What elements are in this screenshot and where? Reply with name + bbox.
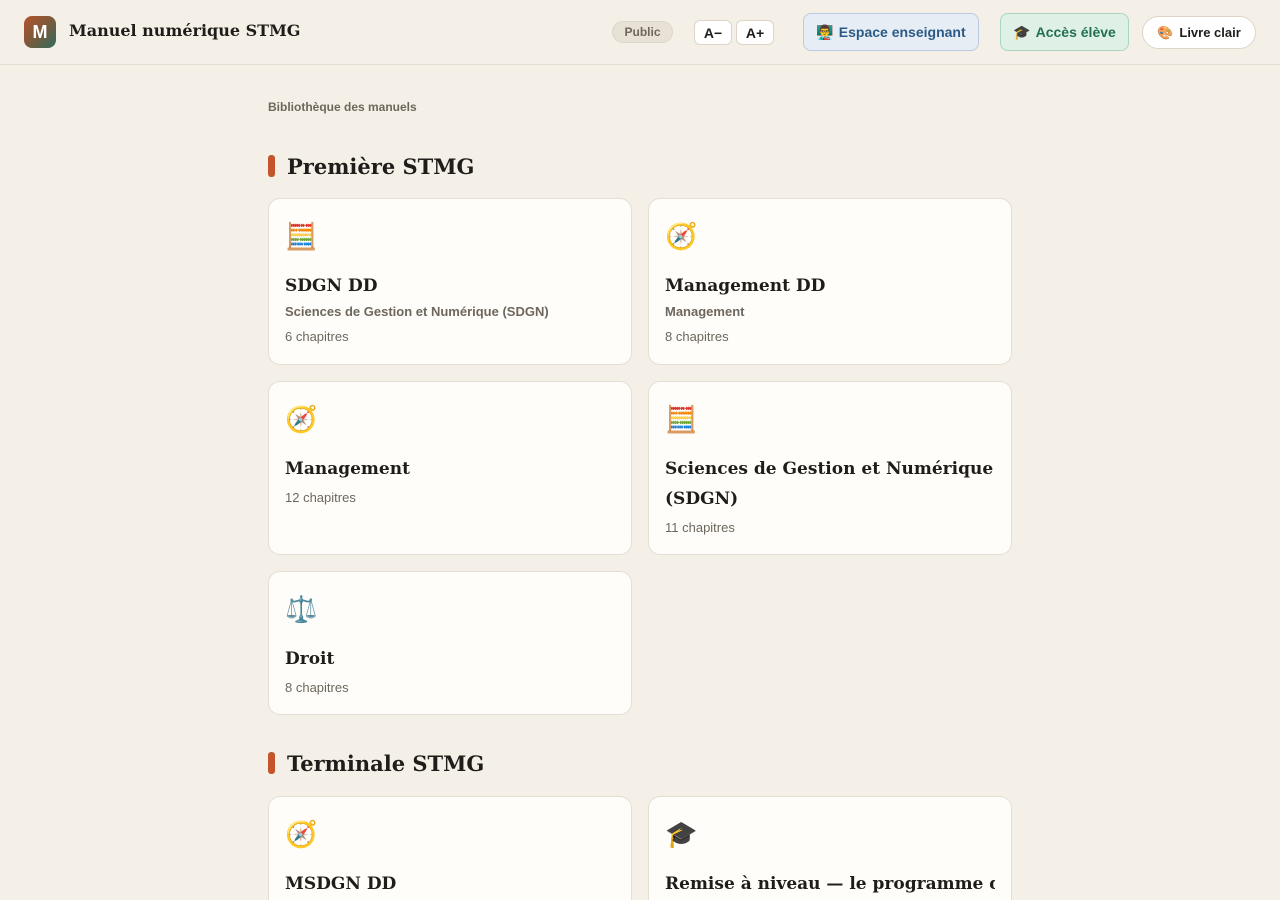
chapter-count: 8 chapitres xyxy=(285,680,349,695)
book-card[interactable]: 🎓 Remise à niveau — le programme de xyxy=(648,796,1012,900)
abacus-icon: 🧮 xyxy=(665,405,698,435)
app-logo[interactable]: M xyxy=(24,16,56,48)
teacher-space-label: Espace enseignant xyxy=(838,24,966,40)
student-access-button[interactable]: 🎓 Accès élève xyxy=(1000,13,1129,51)
book-card[interactable]: 🧭 MSDGN DD xyxy=(268,796,632,900)
section-header-premiere: Première STMG xyxy=(268,153,475,179)
graduation-cap-icon: 🎓 xyxy=(1013,23,1031,40)
book-card[interactable]: 🧭 Management DD Management 8 chapitres xyxy=(648,198,1012,365)
book-title: Management xyxy=(285,459,410,479)
book-subject: Sciences de Gestion et Numérique (SDGN) xyxy=(285,304,549,319)
theme-toggle-button[interactable]: 🎨 Livre clair xyxy=(1142,16,1256,49)
section-header-terminale: Terminale STMG xyxy=(268,750,485,776)
breadcrumb[interactable]: Bibliothèque des manuels xyxy=(268,100,417,114)
visibility-badge: Public xyxy=(612,21,673,43)
chapter-count: 11 chapitres xyxy=(665,520,735,535)
section-title: Terminale STMG xyxy=(287,750,485,776)
teacher-icon: 👨‍🏫 xyxy=(816,23,834,40)
compass-icon: 🧭 xyxy=(285,405,318,435)
scales-icon: ⚖️ xyxy=(285,595,318,625)
chapter-count: 12 chapitres xyxy=(285,490,356,505)
font-decrease-button[interactable]: A− xyxy=(694,20,732,45)
font-increase-button[interactable]: A+ xyxy=(736,20,774,45)
student-access-label: Accès élève xyxy=(1035,24,1116,40)
teacher-space-button[interactable]: 👨‍🏫 Espace enseignant xyxy=(803,13,979,51)
graduation-cap-icon: 🎓 xyxy=(665,820,698,850)
section-accent-bar xyxy=(268,155,275,177)
book-title: Droit xyxy=(285,649,335,669)
app-title[interactable]: Manuel numérique STMG xyxy=(69,21,300,40)
book-title: MSDGN DD xyxy=(285,874,397,894)
compass-icon: 🧭 xyxy=(285,820,318,850)
book-card[interactable]: ⚖️ Droit 8 chapitres xyxy=(268,571,632,715)
book-title: SDGN DD xyxy=(285,276,378,296)
compass-icon: 🧭 xyxy=(665,222,698,252)
book-subject: Management xyxy=(665,304,745,319)
chapter-count: 8 chapitres xyxy=(665,329,729,344)
book-title: Management DD xyxy=(665,276,826,296)
book-card[interactable]: 🧭 Management 12 chapitres xyxy=(268,381,632,555)
chapter-count: 6 chapitres xyxy=(285,329,349,344)
section-title: Première STMG xyxy=(287,153,475,179)
book-card[interactable]: 🧮 SDGN DD Sciences de Gestion et Numériq… xyxy=(268,198,632,365)
theme-toggle-label: Livre clair xyxy=(1179,25,1241,40)
palette-icon: 🎨 xyxy=(1157,24,1174,40)
top-bar: M Manuel numérique STMG Public A− A+ 👨‍🏫… xyxy=(0,0,1280,65)
book-title: Remise à niveau — le programme de xyxy=(665,874,995,894)
section-accent-bar xyxy=(268,752,275,774)
abacus-icon: 🧮 xyxy=(285,222,318,252)
book-title: Sciences de Gestion et Numérique (SDGN) xyxy=(665,459,994,509)
book-card[interactable]: 🧮 Sciences de Gestion et Numérique (SDGN… xyxy=(648,381,1012,555)
